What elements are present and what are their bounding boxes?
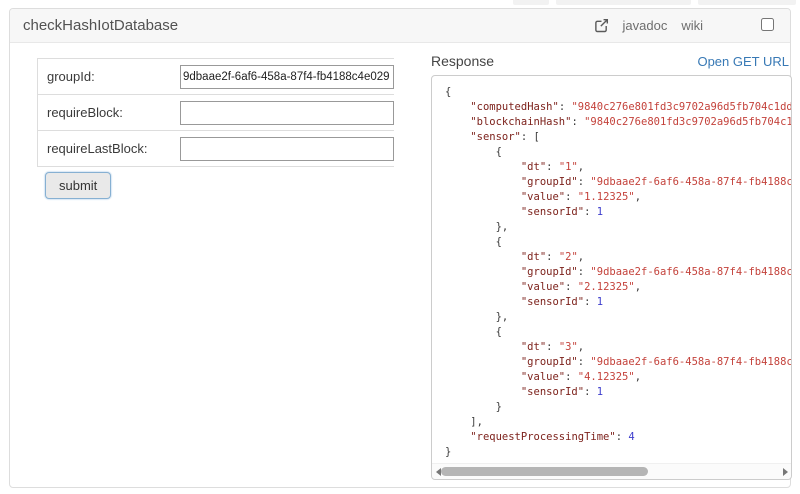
json-line: "value": "1.12325", [445,190,791,205]
groupId-input[interactable] [180,65,394,89]
tab-remnant [513,0,549,5]
open-get-url-link[interactable]: Open GET URL [697,54,789,69]
json-line: "blockchainHash": "9840c276e801fd3c9702a… [445,115,791,130]
json-line: "value": "2.12325", [445,280,791,295]
json-line: { [445,235,791,250]
json-line: "dt": "1", [445,160,791,175]
field-label: groupId: [38,69,180,84]
header-checkbox[interactable] [761,18,774,31]
form-row: requireBlock: [38,94,394,130]
json-line: "dt": "2", [445,250,791,265]
json-line: } [445,400,791,415]
json-line: }, [445,310,791,325]
panel-body: groupId: requireBlock: requireLastBlock: s… [10,43,790,489]
tab-remnant [698,0,796,5]
page-title: checkHashIotDatabase [23,17,178,34]
form-table: groupId: requireBlock: requireLastBlock: [37,58,394,167]
field-label: requireLastBlock: [38,141,180,156]
json-line: "sensorId": 1 [445,205,791,220]
panel: checkHashIotDatabase javadoc wiki groupI… [9,8,791,488]
json-line: "requestProcessingTime": 4 [445,430,791,445]
json-line: ], [445,415,791,430]
response-heading: Response [431,53,494,69]
panel-header: checkHashIotDatabase javadoc wiki [10,9,790,43]
json-line: "sensor": [ [445,130,791,145]
json-line: { [445,325,791,340]
response-json: { "computedHash": "9840c276e801fd3c9702a… [432,76,791,460]
scroll-right-arrow[interactable] [779,464,791,479]
tab-remnant [556,0,691,5]
json-line: }, [445,220,791,235]
form-row: groupId: [38,58,394,94]
json-line: "computedHash": "9840c276e801fd3c9702a96… [445,100,791,115]
submit-button[interactable]: submit [45,172,111,199]
external-link-icon[interactable] [594,18,609,33]
response-box: { "computedHash": "9840c276e801fd3c9702a… [431,75,792,480]
field-label: requireBlock: [38,105,180,120]
json-line: "value": "4.12325", [445,370,791,385]
json-line: "sensorId": 1 [445,295,791,310]
scroll-thumb[interactable] [441,467,648,476]
link-wiki[interactable]: wiki [681,18,703,33]
json-line: } [445,445,791,460]
json-line: "groupId": "9dbaae2f-6af6-458a-87f4-fb41… [445,355,791,370]
json-line: "sensorId": 1 [445,385,791,400]
json-line: { [445,145,791,160]
json-line: "dt": "3", [445,340,791,355]
form-row: requireLastBlock: [38,130,394,166]
json-line: "groupId": "9dbaae2f-6af6-458a-87f4-fb41… [445,175,791,190]
requireLastBlock-input[interactable] [180,137,394,161]
h-scrollbar[interactable] [432,463,791,479]
requireBlock-input[interactable] [180,101,394,125]
header-actions: javadoc wiki [594,18,777,34]
json-line: { [445,85,791,100]
json-line: "groupId": "9dbaae2f-6af6-458a-87f4-fb41… [445,265,791,280]
link-javadoc[interactable]: javadoc [623,18,668,33]
